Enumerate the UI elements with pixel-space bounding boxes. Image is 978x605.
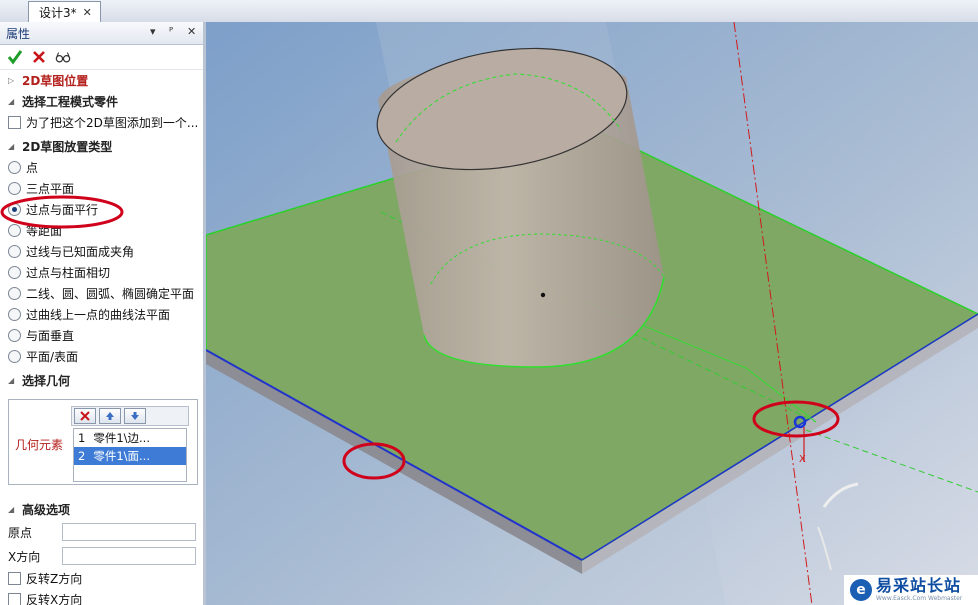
radio-button[interactable] [8,161,21,174]
checkbox-label: 反转X方向 [26,593,83,605]
triad-label: X [799,454,806,465]
add-to-part-checkbox[interactable] [8,116,21,129]
placement-option[interactable]: 二线、圆、圆弧、椭圆确定平面 [0,283,203,304]
document-tab-bar: 设计3* ✕ [0,0,978,23]
origin-input[interactable] [62,523,196,541]
section-title: 选择工程模式零件 [22,95,119,109]
preview-glasses-icon[interactable] [55,49,71,65]
watermark: e 易采站长站 Www.Easck.Com Webmaster [844,575,978,605]
section-select-geometry[interactable]: ◢ 选择几何 [0,370,203,391]
section-select-part[interactable]: ◢ 选择工程模式零件 [0,91,203,112]
radio-button[interactable] [8,266,21,279]
move-up-arrow-icon[interactable] [99,408,121,424]
section-advanced[interactable]: ◢ 高级选项 [0,499,200,520]
section-placement-type[interactable]: ◢ 2D草图放置类型 [0,136,203,157]
placement-option[interactable]: 过线与已知面成夹角 [0,241,203,262]
option-label: 过点与柱面相切 [26,266,111,280]
3d-viewport[interactable]: X e 易采站长站 Www.Easck.Com Webmaster [206,22,978,605]
geometry-list: 1 零件1\边... 2 零件1\面... [73,428,187,482]
move-down-arrow-icon[interactable] [124,408,146,424]
advanced-options: ◢ 高级选项 原点 X方向 反转Z方向 反转X方向 [0,499,200,605]
x-direction-input[interactable] [62,547,196,565]
placement-options-list: 点 三点平面 过点与面平行 等距面 过线与已知面成夹角 过点与柱面相切 二线、圆… [0,157,203,367]
expanded-arrow-icon: ◢ [8,142,15,151]
radio-button[interactable] [8,245,21,258]
section-sketch-position[interactable]: ▷ 2D草图位置 [0,70,203,91]
origin-label: 原点 [8,525,33,540]
section-title: 高级选项 [22,503,71,517]
radio-button[interactable] [8,350,21,363]
origin-field-row: 原点 [0,520,200,544]
section-title: 选择几何 [22,374,71,388]
option-label: 过曲线上一点的曲线法平面 [26,308,171,322]
placement-option[interactable]: 点 [0,157,203,178]
panel-close-icon[interactable]: ✕ [187,25,196,38]
geometry-label: 几何元素 [15,438,64,452]
radio-button[interactable] [8,329,21,342]
option-label: 与面垂直 [26,329,75,343]
placement-option[interactable]: 过点与柱面相切 [0,262,203,283]
panel-menu-icon[interactable]: ▾ [150,25,156,38]
geometry-toolbar [71,406,189,426]
panel-title: 属性 [6,26,31,41]
section-title: 2D草图放置类型 [22,140,113,154]
geometry-selector: 几何元素 1 零件1\边... 2 零件1\面... [8,399,198,485]
collapsed-arrow-icon: ▷ [8,76,15,85]
placement-option[interactable]: 过曲线上一点的曲线法平面 [0,304,203,325]
cancel-x-icon[interactable] [31,49,47,65]
flip-z-checkbox-row[interactable]: 反转Z方向 [0,568,200,589]
option-label: 过线与已知面成夹角 [26,245,135,259]
radio-button[interactable] [8,287,21,300]
confirm-check-icon[interactable] [7,49,23,65]
section-title: 2D草图位置 [22,74,89,88]
tab-close-icon[interactable]: ✕ [83,6,92,19]
geometry-list-item[interactable]: 1 零件1\边... [74,429,186,447]
expanded-arrow-icon: ◢ [8,97,15,106]
x-direction-field-row: X方向 [0,544,200,568]
watermark-main: 易采站长站 [876,576,962,595]
viewport-canvas: X [206,22,978,605]
radio-button[interactable] [8,308,21,321]
panel-toolbar [0,45,203,70]
option-label: 平面/表面 [26,350,79,364]
flip-x-checkbox-row[interactable]: 反转X方向 [0,589,200,605]
properties-panel: 属性 ▾ ᴾ ✕ ▷ 2D草图位置 ◢ 选择工程模式零件 为了把这个2D草图添加… [0,22,206,605]
flip-x-checkbox[interactable] [8,593,21,605]
watermark-text: 易采站长站 Www.Easck.Com Webmaster [876,578,962,602]
flip-z-checkbox[interactable] [8,572,21,585]
panel-header: 属性 ▾ ᴾ ✕ [0,22,203,45]
x-direction-label: X方向 [8,549,41,564]
placement-option[interactable]: 与面垂直 [0,325,203,346]
option-label: 二线、圆、圆弧、椭圆确定平面 [26,287,195,301]
add-to-part-checkbox-row[interactable]: 为了把这个2D草图添加到一个... [0,112,203,133]
remove-x-icon[interactable] [74,408,96,424]
item-index: 1 [78,431,86,445]
geometry-list-item-selected[interactable]: 2 零件1\面... [74,447,186,465]
checkbox-label: 为了把这个2D草图添加到一个... [26,116,199,130]
option-label: 点 [26,161,39,175]
watermark-sub: Www.Easck.Com Webmaster [876,595,963,602]
expanded-arrow-icon: ◢ [8,376,15,385]
tab-label: 设计3* [39,5,77,20]
tab-design3[interactable]: 设计3* ✕ [28,1,101,22]
checkbox-label: 反转Z方向 [26,572,83,586]
item-text: 零件1\面... [93,449,150,463]
expanded-arrow-icon: ◢ [8,505,15,514]
item-text: 零件1\边... [93,431,150,445]
placement-option[interactable]: 平面/表面 [0,346,203,367]
panel-pin-icon[interactable]: ᴾ [169,25,173,38]
center-point [540,292,546,298]
item-index: 2 [78,449,86,463]
watermark-logo-icon: e [850,579,872,601]
annotation-ellipse [0,195,124,229]
